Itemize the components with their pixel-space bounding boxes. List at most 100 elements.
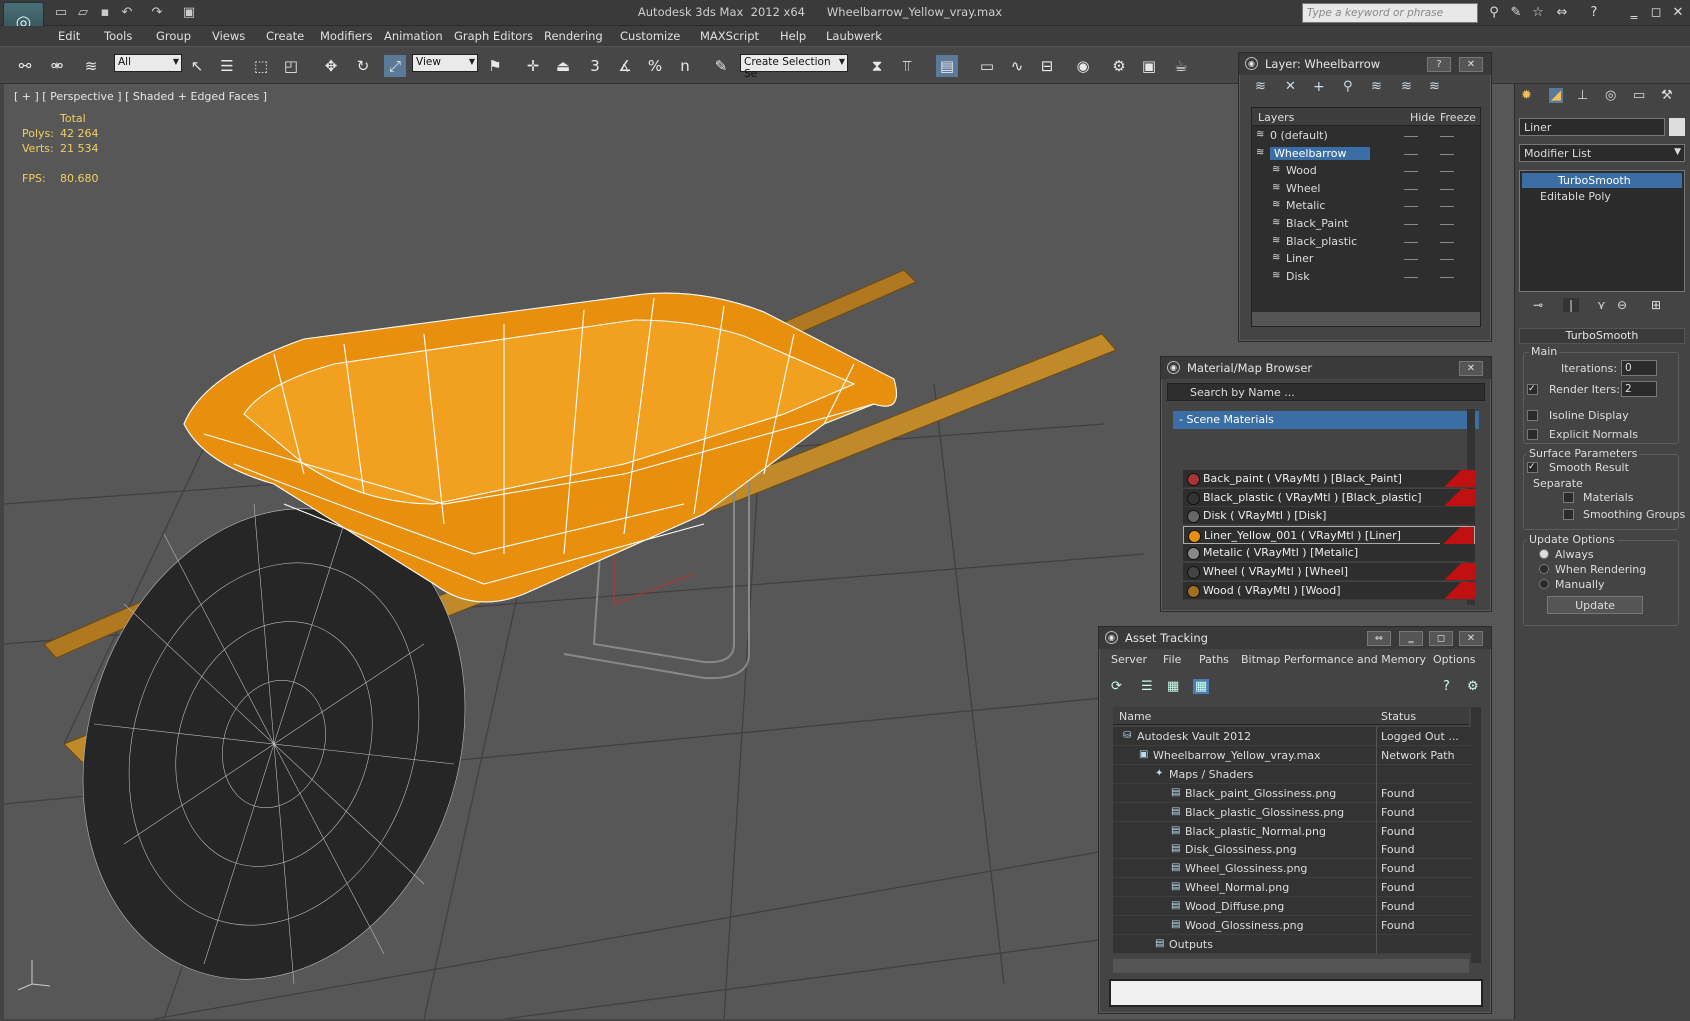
menu-edit[interactable]: Edit: [58, 29, 80, 43]
asset-row[interactable]: ▤ Black_plastic_Normal.png Found: [1113, 821, 1473, 841]
configure-sets-icon[interactable]: ⊞: [1651, 298, 1661, 312]
rotate-icon[interactable]: ↻: [352, 55, 374, 77]
help-icon[interactable]: ?: [1443, 679, 1450, 694]
stack-item-editable-poly[interactable]: Editable Poly: [1522, 189, 1682, 204]
asset-menu-options[interactable]: Options: [1433, 653, 1475, 666]
hide-toggle[interactable]: [1404, 188, 1418, 190]
dock-icon[interactable]: ⇔: [1367, 631, 1391, 646]
smoothing-groups-checkbox[interactable]: [1563, 509, 1574, 520]
layer-scrollbar[interactable]: [1252, 312, 1480, 326]
asset-row[interactable]: ⛁ Autodesk Vault 2012 Logged Out ...: [1113, 727, 1473, 746]
stack-item-turbosmooth[interactable]: TurboSmooth: [1522, 173, 1682, 188]
undo-icon[interactable]: ↶: [118, 4, 136, 22]
material-search-input[interactable]: Search by Name ...: [1167, 383, 1485, 401]
unlink-icon[interactable]: ⚮: [46, 55, 68, 77]
help-icon[interactable]: ?: [1584, 4, 1604, 22]
project-folder-icon[interactable]: ▣: [180, 4, 198, 22]
asset-horizontal-scrollbar[interactable]: [1113, 959, 1469, 973]
select-manipulate-icon[interactable]: ✛: [522, 55, 544, 77]
layer-name[interactable]: Wood: [1286, 164, 1317, 177]
render-setup-icon[interactable]: ⚙: [1108, 55, 1130, 77]
menu-help[interactable]: Help: [780, 29, 806, 43]
smooth-result-checkbox[interactable]: ✓: [1527, 462, 1538, 473]
layer-manager-window[interactable]: ◉ Layer: Wheelbarrow ? ✕ ≋ ✕ + ⚲ ≋ ≋ ≋ La…: [1238, 52, 1492, 342]
menu-tools[interactable]: Tools: [104, 29, 132, 43]
layer-manager-icon[interactable]: ▤: [936, 55, 958, 77]
col-freeze[interactable]: Freeze: [1440, 111, 1476, 124]
scene-materials-group[interactable]: - Scene Materials: [1173, 411, 1479, 429]
asset-row[interactable]: ▤ Wood_Diffuse.png Found: [1113, 897, 1473, 917]
window-crossing-icon[interactable]: ◰: [280, 55, 302, 77]
keyboard-shortcut-override-icon[interactable]: ⏏: [552, 55, 574, 77]
settings-icon[interactable]: ⚙: [1467, 679, 1479, 694]
angle-snap-icon[interactable]: ∡: [614, 55, 636, 77]
asset-row[interactable]: ▣ Wheelbarrow_Yellow_vray.max Network Path: [1113, 745, 1473, 765]
maximize-icon[interactable]: ◻: [1429, 631, 1453, 646]
asset-row[interactable]: ▤ Black_plastic_Glossiness.png Found: [1113, 802, 1473, 822]
viewport-label[interactable]: [ + ] [ Perspective ] [ Shaded + Edged F…: [14, 90, 267, 103]
hide-toggle[interactable]: [1404, 206, 1418, 208]
isoline-checkbox[interactable]: [1527, 410, 1538, 421]
layer-row[interactable]: ≋ Liner: [1252, 250, 1480, 269]
material-item[interactable]: Metalic ( VRayMtl ) [Metalic]: [1183, 544, 1475, 563]
maximize-icon[interactable]: ◻: [1646, 4, 1666, 22]
asset-row[interactable]: ▤ Disk_Glossiness.png Found: [1113, 840, 1473, 860]
help-icon[interactable]: ?: [1427, 57, 1451, 72]
always-radio[interactable]: [1539, 549, 1549, 559]
rect-selection-icon[interactable]: ⬚: [250, 55, 272, 77]
freeze-toggle[interactable]: [1440, 171, 1454, 173]
close-icon[interactable]: ✕: [1459, 361, 1483, 376]
schematic-view-icon[interactable]: ⊟: [1036, 55, 1058, 77]
table-view-icon[interactable]: ▦: [1193, 679, 1210, 694]
window-menu-icon[interactable]: ◉: [1105, 631, 1118, 644]
utilities-tab-icon[interactable]: ⚒: [1661, 88, 1673, 103]
minimize-icon[interactable]: ‗: [1624, 4, 1644, 22]
refresh-icon[interactable]: ⟳: [1111, 679, 1122, 694]
hide-toggle[interactable]: [1404, 241, 1418, 243]
layer-name[interactable]: 0 (default): [1270, 129, 1328, 142]
show-end-result-icon[interactable]: ❘: [1563, 298, 1580, 312]
align-icon[interactable]: ⫪: [896, 55, 918, 77]
asset-menu-bitmap[interactable]: Bitmap Performance and Memory: [1241, 653, 1426, 666]
asset-menu-file[interactable]: File: [1163, 653, 1181, 666]
col-hide[interactable]: Hide: [1410, 111, 1435, 124]
modifier-list-dropdown[interactable]: Modifier List ▼: [1519, 144, 1685, 162]
layer-row[interactable]: ≋ 0 (default): [1252, 127, 1480, 146]
freeze-toggle[interactable]: [1440, 259, 1454, 261]
binoculars-icon[interactable]: ⚲: [1484, 4, 1504, 22]
layer-name[interactable]: Liner: [1286, 252, 1313, 265]
asset-row[interactable]: ▤ Wheel_Normal.png Found: [1113, 878, 1473, 898]
layer-name[interactable]: Wheel: [1286, 182, 1320, 195]
tools-icon[interactable]: ✎: [1506, 4, 1526, 22]
thumbnail-view-icon[interactable]: ▦: [1167, 679, 1179, 694]
motion-tab-icon[interactable]: ◎: [1605, 88, 1616, 103]
link-icon[interactable]: ⚯: [14, 55, 36, 77]
material-item[interactable]: Wood ( VRayMtl ) [Wood]: [1183, 581, 1475, 600]
material-item[interactable]: Back_paint ( VRayMtl ) [Black_Paint]: [1183, 470, 1475, 488]
pin-stack-icon[interactable]: ⊸: [1533, 298, 1543, 312]
window-menu-icon[interactable]: ◉: [1245, 57, 1258, 70]
freeze-toggle[interactable]: [1440, 206, 1454, 208]
remove-modifier-icon[interactable]: ⊖: [1617, 298, 1627, 312]
menu-maxscript[interactable]: MAXScript: [700, 29, 759, 43]
freeze-toggle[interactable]: [1440, 241, 1454, 243]
new-file-icon[interactable]: ▭: [52, 4, 70, 22]
menu-group[interactable]: Group: [156, 29, 191, 43]
menu-laubwerk[interactable]: Laubwerk: [826, 29, 882, 43]
close-icon[interactable]: ✕: [1459, 631, 1483, 646]
new-layer-icon[interactable]: ≋: [1255, 79, 1266, 94]
graphite-ribbon-icon[interactable]: ▭: [976, 55, 998, 77]
asset-row[interactable]: ▤ Black_paint_Glossiness.png Found: [1113, 783, 1473, 803]
pivot-center-icon[interactable]: ⚑: [484, 55, 506, 77]
window-menu-icon[interactable]: ◉: [1167, 361, 1180, 374]
hide-toggle[interactable]: [1404, 136, 1418, 137]
modify-tab-icon[interactable]: ◢: [1549, 88, 1563, 103]
create-tab-icon[interactable]: ✹: [1521, 88, 1532, 103]
mirror-icon[interactable]: ⧗: [866, 55, 888, 77]
close-icon[interactable]: ✕: [1668, 4, 1688, 22]
close-icon[interactable]: ✕: [1459, 57, 1483, 72]
hide-all-icon[interactable]: ≋: [1401, 79, 1412, 94]
keyword-search-input[interactable]: Type a keyword or phrase: [1302, 3, 1478, 23]
separate-materials-checkbox[interactable]: [1563, 492, 1574, 503]
layer-row[interactable]: ≋ Wheelbarrow: [1252, 145, 1480, 164]
